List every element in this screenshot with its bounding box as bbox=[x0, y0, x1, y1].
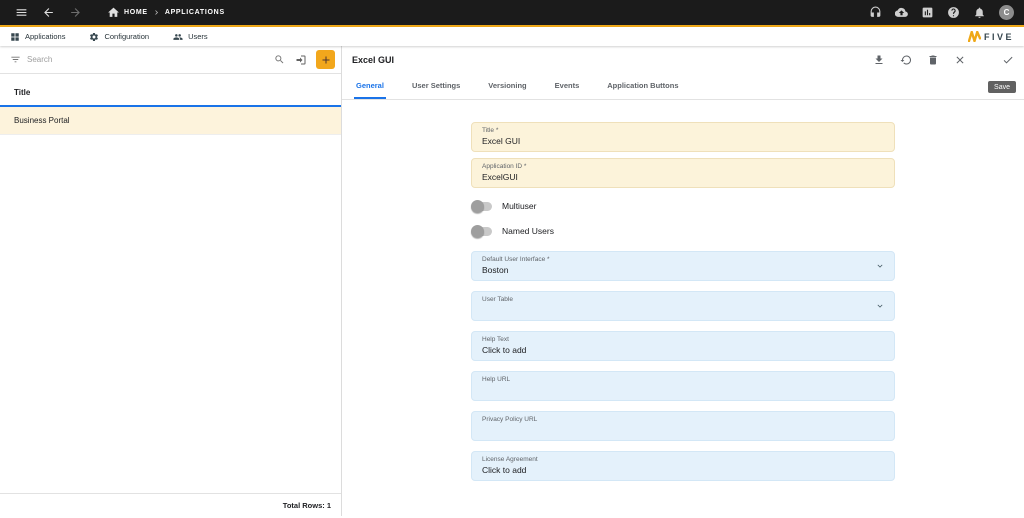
menu-button[interactable] bbox=[8, 0, 35, 25]
toggle-label: Multiuser bbox=[502, 201, 537, 211]
breadcrumb-home[interactable]: HOME bbox=[124, 9, 148, 16]
import-button[interactable] bbox=[291, 50, 310, 69]
configuration-gear-icon bbox=[90, 32, 99, 41]
forward-arrow-icon bbox=[71, 8, 80, 17]
record-detail-panel: Excel GUI Save General User Settings Ver… bbox=[342, 46, 1024, 516]
named-users-toggle-row: Named Users bbox=[471, 224, 895, 238]
five-logo-icon bbox=[967, 31, 981, 42]
field-label: Help Text bbox=[482, 336, 509, 343]
home-icon[interactable] bbox=[107, 6, 120, 19]
menu-item-configuration[interactable]: Configuration bbox=[89, 32, 149, 42]
add-application-button[interactable] bbox=[316, 50, 335, 69]
help-icon[interactable] bbox=[947, 6, 960, 19]
history-icon[interactable] bbox=[900, 54, 912, 66]
tab-versioning[interactable]: Versioning bbox=[486, 74, 528, 99]
five-logo-text: FIVE bbox=[983, 31, 1014, 42]
search-bar bbox=[0, 46, 341, 74]
menu-icon bbox=[16, 9, 27, 16]
multiuser-toggle-row: Multiuser bbox=[471, 199, 895, 213]
filter-icon[interactable] bbox=[10, 54, 21, 65]
application-id-field[interactable]: Application ID * ExcelGUI bbox=[471, 158, 895, 188]
privacy-policy-url-field[interactable]: Privacy Policy URL bbox=[471, 411, 895, 441]
license-agreement-field[interactable]: License Agreement Click to add bbox=[471, 451, 895, 481]
help-text-field[interactable]: Help Text Click to add bbox=[471, 331, 895, 361]
menu-item-applications[interactable]: Applications bbox=[10, 32, 65, 42]
multiuser-toggle[interactable] bbox=[471, 199, 492, 213]
list-empty-area bbox=[0, 135, 341, 493]
applications-list-panel: Title Business Portal Total Rows: 1 bbox=[0, 46, 342, 516]
close-icon[interactable] bbox=[954, 54, 966, 66]
field-value bbox=[482, 424, 884, 436]
avatar[interactable]: C bbox=[999, 5, 1014, 20]
field-value bbox=[482, 304, 884, 316]
field-value: Click to add bbox=[482, 345, 527, 355]
field-value: ExcelGUI bbox=[482, 172, 518, 182]
default-user-interface-select[interactable]: Default User Interface * Boston bbox=[471, 251, 895, 281]
chevron-down-icon bbox=[877, 304, 883, 308]
list-header-title: Title bbox=[14, 88, 31, 97]
field-value: Boston bbox=[482, 265, 509, 275]
menu-item-users[interactable]: Users bbox=[173, 32, 208, 42]
list-item-business-portal[interactable]: Business Portal bbox=[0, 107, 341, 135]
save-check-icon[interactable] bbox=[1002, 54, 1014, 66]
tab-general[interactable]: General bbox=[354, 74, 386, 99]
record-actions bbox=[873, 54, 1014, 66]
back-button[interactable] bbox=[35, 0, 62, 25]
field-label: Privacy Policy URL bbox=[482, 416, 538, 423]
back-arrow-icon bbox=[44, 8, 53, 17]
field-value bbox=[482, 384, 884, 396]
five-logo: FIVE bbox=[967, 31, 1014, 42]
field-value: Excel GUI bbox=[482, 136, 521, 146]
applications-grid-icon bbox=[11, 32, 19, 41]
list-item-title: Business Portal bbox=[14, 116, 70, 125]
search-icon[interactable] bbox=[274, 54, 285, 65]
field-value: Click to add bbox=[482, 465, 527, 475]
field-label: Help URL bbox=[482, 376, 511, 383]
record-title: Excel GUI bbox=[352, 55, 395, 65]
list-footer: Total Rows: 1 bbox=[0, 493, 341, 516]
field-label: License Agreement bbox=[482, 456, 538, 463]
users-people-icon bbox=[173, 33, 183, 40]
notifications-bell-icon[interactable] bbox=[973, 6, 986, 19]
named-users-toggle[interactable] bbox=[471, 224, 492, 238]
field-label: Title * bbox=[482, 127, 499, 134]
tab-application-buttons[interactable]: Application Buttons bbox=[605, 74, 680, 99]
help-url-field[interactable]: Help URL bbox=[471, 371, 895, 401]
delete-icon[interactable] bbox=[927, 54, 939, 66]
total-rows-label: Total Rows: 1 bbox=[282, 500, 331, 510]
cloud-upload-icon[interactable] bbox=[895, 6, 908, 19]
menu-item-label: Configuration bbox=[104, 32, 150, 41]
list-header[interactable]: Title bbox=[0, 80, 341, 107]
menubar: Applications Configuration Users FIVE bbox=[0, 27, 1024, 46]
forward-button[interactable] bbox=[62, 0, 89, 25]
topbar: HOME APPLICATIONS C bbox=[0, 0, 1024, 27]
title-field[interactable]: Title * Excel GUI bbox=[471, 122, 895, 152]
menu-item-label: Users bbox=[188, 32, 208, 41]
download-icon[interactable] bbox=[873, 54, 885, 66]
user-table-select[interactable]: User Table bbox=[471, 291, 895, 321]
toggle-knob bbox=[471, 199, 484, 213]
record-header: Excel GUI bbox=[342, 46, 1024, 74]
breadcrumb-section: APPLICATIONS bbox=[164, 9, 225, 16]
field-label: Default User Interface * bbox=[482, 256, 550, 263]
field-label: Application ID * bbox=[482, 163, 527, 170]
chevron-right-icon bbox=[155, 10, 158, 15]
menu-item-label: Applications bbox=[25, 32, 66, 41]
workspace: Title Business Portal Total Rows: 1 Exce… bbox=[0, 46, 1024, 516]
record-tabs: General User Settings Versioning Events … bbox=[342, 74, 1024, 100]
add-plus-icon bbox=[322, 56, 329, 63]
field-label: User Table bbox=[482, 296, 513, 303]
breadcrumb: HOME APPLICATIONS bbox=[107, 6, 225, 19]
tab-events[interactable]: Events bbox=[553, 74, 582, 99]
tab-user-settings[interactable]: User Settings bbox=[410, 74, 462, 99]
chevron-down-icon bbox=[877, 264, 883, 268]
import-icon bbox=[296, 55, 305, 64]
toggle-knob bbox=[471, 224, 484, 238]
form-area: Title * Excel GUI Application ID * Excel… bbox=[342, 100, 1024, 516]
support-headset-icon[interactable] bbox=[869, 6, 882, 19]
toggle-label: Named Users bbox=[502, 226, 554, 236]
search-input[interactable] bbox=[27, 55, 268, 64]
save-tooltip: Save bbox=[988, 81, 1016, 93]
usage-chart-icon[interactable] bbox=[921, 6, 934, 19]
